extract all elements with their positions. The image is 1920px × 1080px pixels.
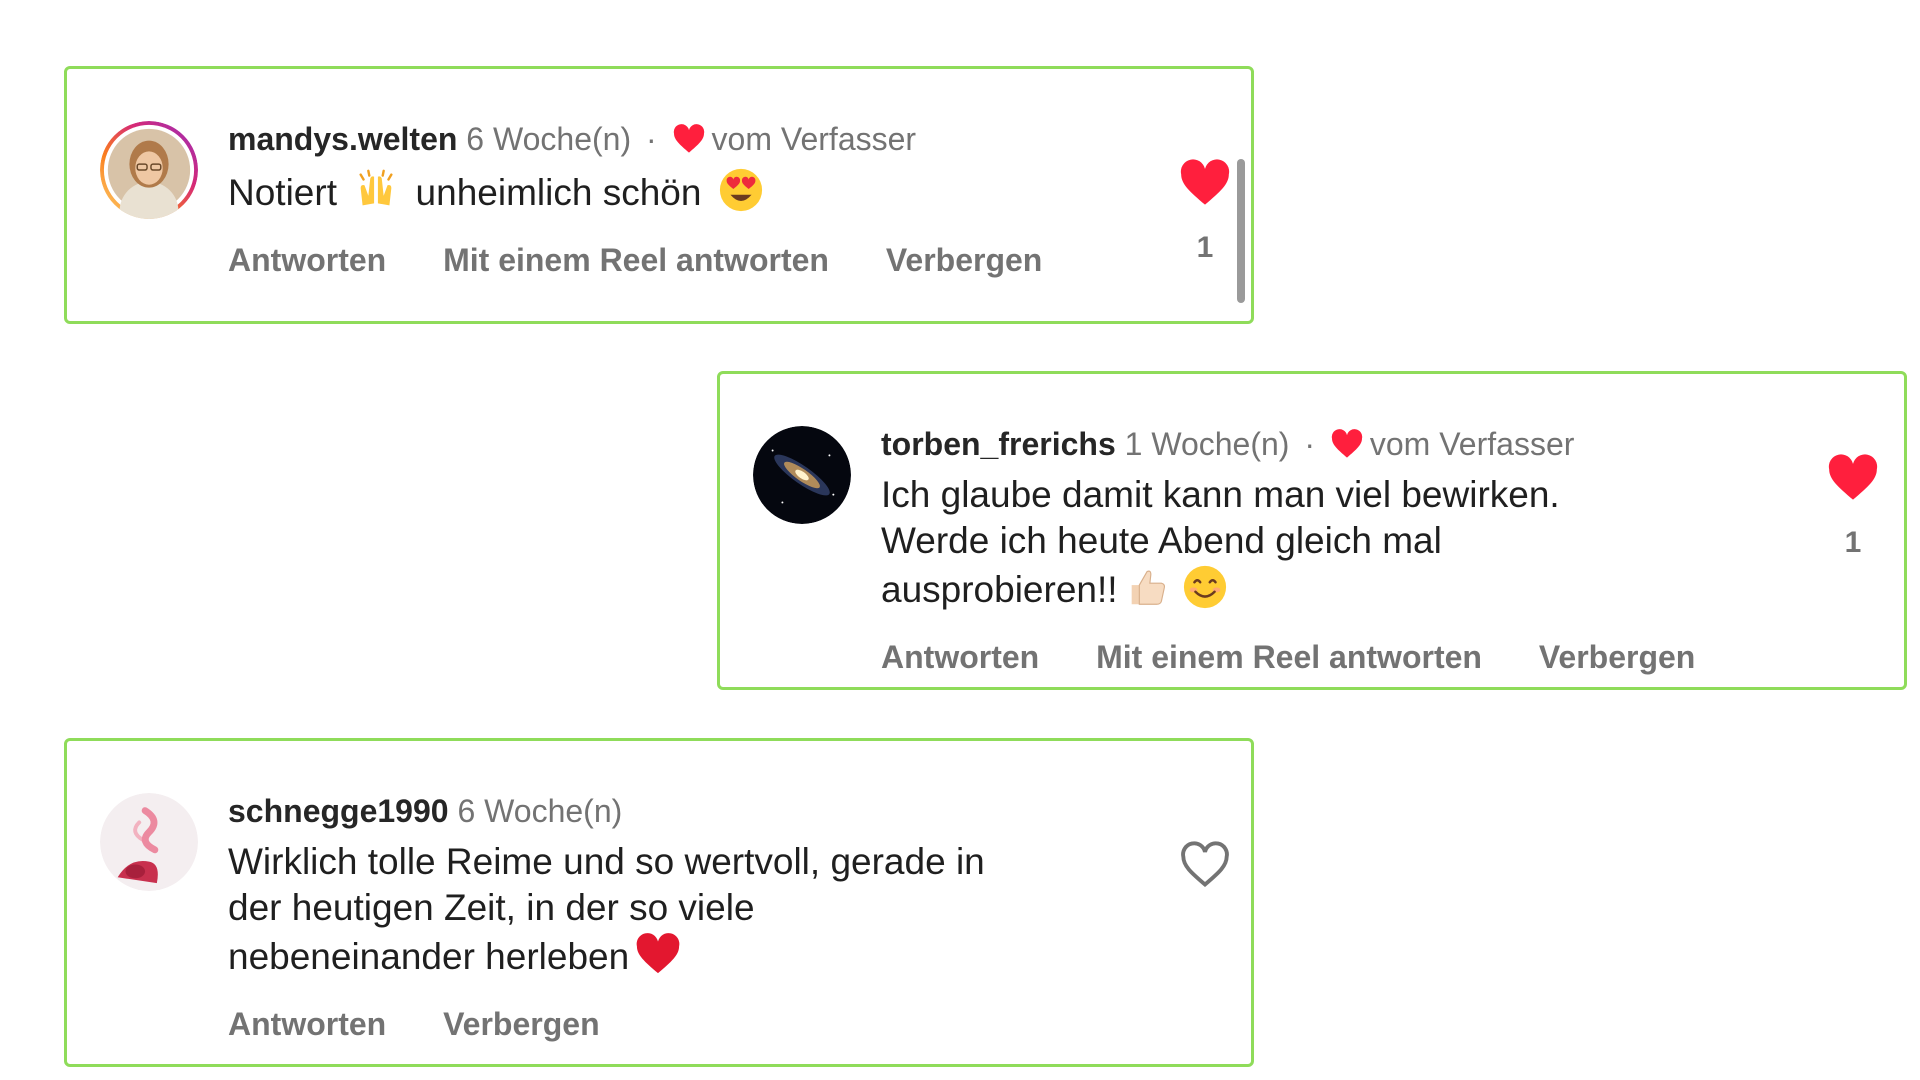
comment-text: Ich glaube damit kann man viel bewirken.… bbox=[881, 472, 1761, 613]
smiling-face-emoji-icon bbox=[1183, 565, 1226, 609]
comment-meta: mandys.welten 6 Woche(n) · vom Verfasser bbox=[228, 119, 1108, 159]
comment-line-with-emoji: nebeneinander herleben bbox=[228, 931, 1108, 980]
comment-line: der heutigen Zeit, in der so viele bbox=[228, 887, 755, 928]
like-area bbox=[1175, 841, 1235, 889]
timestamp: 1 Woche(n) bbox=[1124, 426, 1290, 462]
separator: · bbox=[1304, 426, 1315, 462]
timestamp: 6 Woche(n) bbox=[466, 121, 632, 157]
comment-meta: schnegge1990 6 Woche(n) bbox=[228, 791, 1108, 831]
comment-line: ausprobieren!! bbox=[881, 569, 1118, 610]
comment-text: Notiert unheimlich schön bbox=[228, 167, 1108, 216]
comment-actions: Antworten Mit einem Reel antworten Verbe… bbox=[881, 637, 1761, 677]
avatar[interactable] bbox=[100, 121, 198, 219]
heart-filled-icon[interactable] bbox=[1827, 454, 1879, 502]
comment-card-mandys-welten: mandys.welten 6 Woche(n) · vom Verfasser… bbox=[64, 66, 1254, 324]
comment-actions: Antworten Verbergen bbox=[228, 1004, 1108, 1044]
like-count: 1 bbox=[1196, 231, 1214, 264]
username[interactable]: schnegge1990 bbox=[228, 793, 449, 829]
heart-filled-icon[interactable] bbox=[1179, 159, 1231, 207]
thumbs-up-emoji-icon bbox=[1131, 570, 1165, 605]
hide-button[interactable]: Verbergen bbox=[886, 240, 1043, 280]
comment-content: mandys.welten 6 Woche(n) · vom Verfasser… bbox=[228, 119, 1108, 280]
heart-eyes-emoji-icon bbox=[719, 168, 762, 212]
author-liked-label: vom Verfasser bbox=[1369, 426, 1575, 462]
liked-by-author-heart-icon bbox=[1331, 429, 1363, 458]
comment-content: torben_frerichs 1 Woche(n) · vom Verfass… bbox=[881, 424, 1761, 677]
comment-text-part: unheimlich schön bbox=[415, 172, 702, 213]
comment-line: Wirklich tolle Reime und so wertvoll, ge… bbox=[228, 841, 985, 882]
hide-button[interactable]: Verbergen bbox=[443, 1004, 600, 1044]
comment-meta: torben_frerichs 1 Woche(n) · vom Verfass… bbox=[881, 424, 1761, 464]
comment-actions: Antworten Mit einem Reel antworten Verbe… bbox=[228, 240, 1108, 280]
comment-line: Werde ich heute Abend gleich mal bbox=[881, 520, 1442, 561]
reply-with-reel-button[interactable]: Mit einem Reel antworten bbox=[1096, 637, 1482, 677]
like-area: 1 bbox=[1175, 159, 1235, 265]
comment-text: Wirklich tolle Reime und so wertvoll, ge… bbox=[228, 839, 1108, 980]
reply-button[interactable]: Antworten bbox=[228, 1004, 386, 1044]
like-count: 1 bbox=[1844, 526, 1862, 559]
comment-content: schnegge1990 6 Woche(n) Wirklich tolle R… bbox=[228, 791, 1108, 1044]
red-heart-emoji-icon bbox=[636, 933, 680, 974]
comment-line: Ich glaube damit kann man viel bewirken. bbox=[881, 474, 1560, 515]
scrollbar[interactable] bbox=[1237, 159, 1245, 303]
comment-card-torben-frerichs: torben_frerichs 1 Woche(n) · vom Verfass… bbox=[717, 371, 1907, 690]
reply-with-reel-button[interactable]: Mit einem Reel antworten bbox=[443, 240, 829, 280]
avatar[interactable] bbox=[753, 426, 851, 524]
reply-button[interactable]: Antworten bbox=[228, 240, 386, 280]
avatar[interactable] bbox=[100, 793, 198, 891]
comment-text-part: Notiert bbox=[228, 172, 337, 213]
comment-line-with-emoji: ausprobieren!! bbox=[881, 564, 1761, 613]
hide-button[interactable]: Verbergen bbox=[1539, 637, 1696, 677]
raising-hands-emoji-icon bbox=[359, 169, 393, 206]
timestamp: 6 Woche(n) bbox=[457, 793, 623, 829]
comment-line: nebeneinander herleben bbox=[228, 936, 630, 977]
like-area: 1 bbox=[1823, 454, 1883, 560]
liked-by-author-heart-icon bbox=[673, 124, 704, 153]
heart-outline-icon[interactable] bbox=[1179, 841, 1231, 889]
comment-card-schnegge1990: schnegge1990 6 Woche(n) Wirklich tolle R… bbox=[64, 738, 1254, 1067]
author-liked-label: vom Verfasser bbox=[711, 121, 917, 157]
reply-button[interactable]: Antworten bbox=[881, 637, 1039, 677]
username[interactable]: torben_frerichs bbox=[881, 426, 1116, 462]
separator: · bbox=[646, 121, 657, 157]
username[interactable]: mandys.welten bbox=[228, 121, 457, 157]
